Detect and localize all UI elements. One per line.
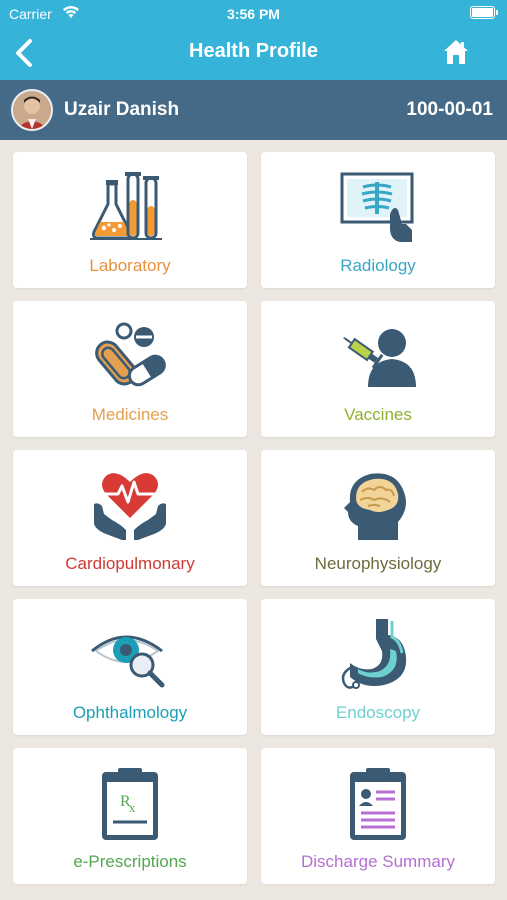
e-prescriptions-label: e-Prescriptions bbox=[73, 852, 187, 871]
cardiopulmonary-label: Cardiopulmonary bbox=[65, 554, 195, 573]
page-title: Health Profile bbox=[189, 40, 318, 62]
medicines-label: Medicines bbox=[91, 405, 169, 424]
user-photo-icon bbox=[13, 91, 51, 129]
home-icon bbox=[444, 40, 468, 64]
battery-icon bbox=[470, 6, 498, 19]
category-grid: Laboratory Radiology Medicines Vaccines … bbox=[0, 140, 507, 900]
avatar bbox=[11, 89, 53, 131]
radiology-card[interactable]: Radiology bbox=[261, 152, 495, 288]
clock-time: 3:56 PM bbox=[227, 6, 280, 22]
endoscopy-label: Endoscopy bbox=[335, 703, 421, 722]
stomach-icon bbox=[341, 619, 407, 689]
svg-text:x: x bbox=[129, 800, 136, 815]
nav-bar: Health Profile bbox=[0, 28, 507, 80]
neurophysiology-card[interactable]: Neurophysiology bbox=[261, 450, 495, 586]
vaccine-icon bbox=[343, 329, 416, 387]
app-header: Carrier 3:56 PM Health Profile bbox=[0, 0, 507, 80]
ophthalmology-label: Ophthalmology bbox=[72, 703, 188, 722]
eye-magnifier-icon bbox=[91, 635, 165, 688]
vaccines-label: Vaccines bbox=[344, 405, 412, 424]
home-button[interactable] bbox=[443, 38, 469, 66]
patient-bar: Uzair Danish 100-00-01 bbox=[0, 80, 507, 140]
pills-icon bbox=[95, 322, 166, 387]
discharge-summary-label: Discharge Summary bbox=[301, 852, 455, 871]
e-prescriptions-card[interactable]: R x e-Prescriptions bbox=[13, 748, 247, 884]
laboratory-card[interactable]: Laboratory bbox=[13, 152, 247, 288]
status-bar: Carrier 3:56 PM bbox=[0, 0, 507, 28]
radiology-label: Radiology bbox=[340, 256, 416, 275]
xray-icon bbox=[340, 172, 414, 242]
neurophysiology-label: Neurophysiology bbox=[314, 554, 442, 573]
prescription-icon: R x bbox=[102, 768, 158, 840]
cardiopulmonary-card[interactable]: Cardiopulmonary bbox=[13, 450, 247, 586]
patient-id: 100-00-01 bbox=[406, 99, 493, 120]
vaccines-card[interactable]: Vaccines bbox=[261, 301, 495, 437]
discharge-summary-icon bbox=[350, 768, 406, 840]
brain-icon bbox=[344, 473, 406, 540]
laboratory-label: Laboratory bbox=[89, 256, 171, 275]
ophthalmology-card[interactable]: Ophthalmology bbox=[13, 599, 247, 735]
heart-hands-icon bbox=[94, 473, 166, 540]
lab-flasks-icon bbox=[90, 172, 162, 240]
discharge-summary-card[interactable]: Discharge Summary bbox=[261, 748, 495, 884]
endoscopy-card[interactable]: Endoscopy bbox=[261, 599, 495, 735]
medicines-card[interactable]: Medicines bbox=[13, 301, 247, 437]
patient-name: Uzair Danish bbox=[64, 99, 180, 120]
